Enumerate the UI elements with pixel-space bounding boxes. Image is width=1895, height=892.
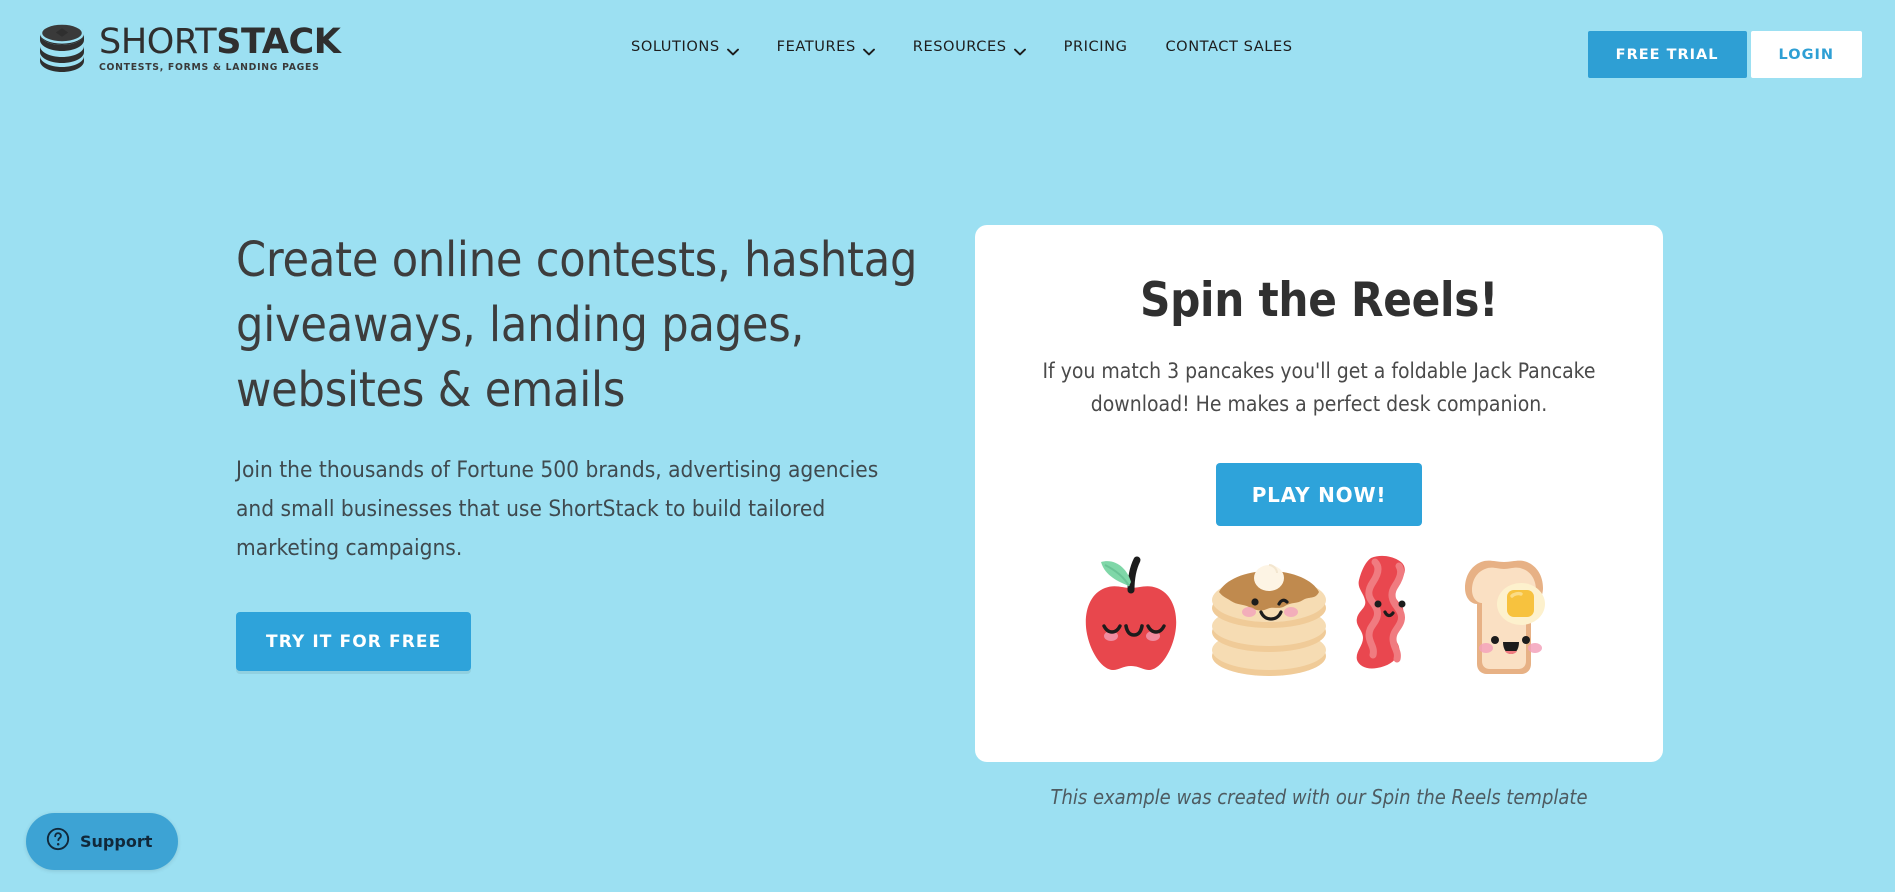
try-it-for-free-button[interactable]: TRY IT FOR FREE	[236, 612, 472, 671]
pancake-stack-icon	[1203, 552, 1335, 682]
food-illustrations	[975, 552, 1663, 682]
support-label: Support	[80, 832, 153, 851]
play-now-button[interactable]: PLAY NOW!	[1215, 463, 1423, 526]
nav-item-resources[interactable]: RESOURCES	[894, 38, 1045, 55]
buttered-toast-icon	[1445, 552, 1563, 682]
site-header: SHORTSTACK CONTESTS, FORMS & LANDING PAG…	[0, 0, 1895, 104]
nav-item-features[interactable]: FEATURES	[758, 38, 894, 55]
page-title: Create online contests, hashtag giveaway…	[236, 232, 918, 418]
promo-card-caption: This example was created with our Spin t…	[1050, 785, 1588, 809]
chevron-down-icon	[862, 43, 875, 55]
nav-label: FEATURES	[776, 38, 856, 55]
hero-copy: Create online contests, hashtag giveaway…	[236, 228, 936, 671]
apple-icon	[1075, 552, 1187, 682]
nav-item-pricing[interactable]: PRICING	[1045, 38, 1147, 55]
main-nav: SOLUTIONS FEATURES RESOURCES PRICING CON…	[612, 38, 1312, 55]
nav-label: SOLUTIONS	[631, 38, 720, 55]
promo-card: Spin the Reels! If you match 3 pancakes …	[975, 225, 1663, 762]
logo-link[interactable]: SHORTSTACK CONTESTS, FORMS & LANDING PAG…	[34, 20, 341, 76]
nav-item-contact-sales[interactable]: CONTACT SALES	[1146, 38, 1311, 55]
logo-word-stack: STACK	[216, 21, 341, 62]
hero-subheadline: Join the thousands of Fortune 500 brands…	[236, 457, 879, 561]
nav-item-solutions[interactable]: SOLUTIONS	[612, 38, 758, 55]
header-actions: FREE TRIAL LOGIN	[1587, 31, 1862, 78]
nav-label: RESOURCES	[912, 38, 1007, 55]
logo-tagline: CONTESTS, FORMS & LANDING PAGES	[99, 61, 320, 73]
support-widget-button[interactable]: Support	[26, 813, 179, 870]
promo-card-title: Spin the Reels!	[1139, 273, 1499, 328]
promo-card-description: If you match 3 pancakes you'll get a fol…	[1042, 359, 1596, 416]
nav-label: CONTACT SALES	[1165, 38, 1293, 55]
bacon-icon	[1351, 552, 1429, 682]
stacked-discs-icon	[34, 20, 90, 76]
question-mark-circle-icon	[46, 827, 70, 856]
login-button[interactable]: LOGIN	[1750, 31, 1862, 78]
free-trial-button[interactable]: FREE TRIAL	[1587, 31, 1747, 78]
logo-text: SHORTSTACK CONTESTS, FORMS & LANDING PAG…	[99, 24, 341, 73]
nav-label: PRICING	[1063, 38, 1128, 55]
chevron-down-icon	[1013, 43, 1026, 55]
logo-word-short: SHORT	[99, 21, 217, 62]
chevron-down-icon	[726, 43, 739, 55]
logo-wordmark: SHORTSTACK	[99, 24, 341, 60]
